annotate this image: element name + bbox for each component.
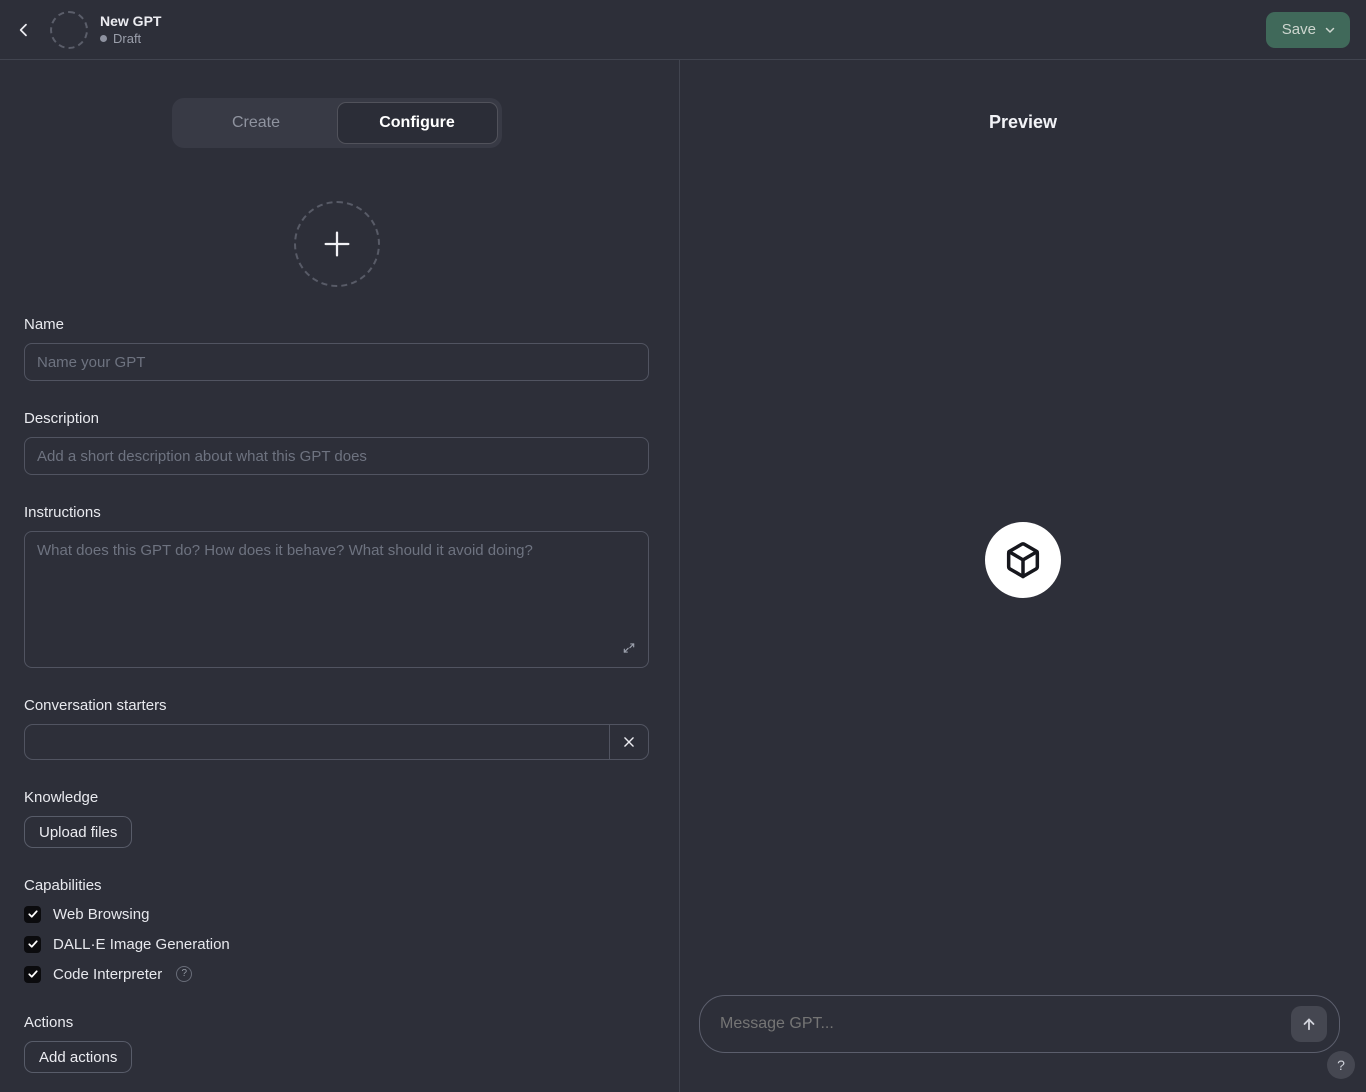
editor-panel: Create Configure Name Description <box>0 60 680 1092</box>
capability-label-web-browsing: Web Browsing <box>53 905 150 923</box>
instructions-textarea-wrap <box>24 531 649 668</box>
conversation-starters-field: Conversation starters <box>24 697 649 760</box>
capability-row-code-interpreter: Code Interpreter ? <box>24 963 649 985</box>
expand-instructions-button[interactable] <box>619 638 639 658</box>
instructions-textarea[interactable] <box>24 531 649 668</box>
gpt-title: New GPT <box>100 13 162 29</box>
send-button[interactable] <box>1291 1006 1327 1042</box>
conversation-starter-input[interactable] <box>25 725 610 759</box>
chevron-left-icon <box>16 22 32 38</box>
instructions-label: Instructions <box>24 504 101 521</box>
message-input[interactable] <box>720 1015 1291 1033</box>
conversation-starters-label: Conversation starters <box>24 697 167 714</box>
preview-title: Preview <box>988 112 1058 132</box>
knowledge-label: Knowledge <box>24 789 99 806</box>
capability-row-dalle: DALL·E Image Generation <box>24 933 649 955</box>
actions-section: Actions Add actions <box>24 1014 649 1073</box>
checkbox-dalle[interactable] <box>24 935 41 953</box>
description-label: Description <box>24 410 100 427</box>
check-icon <box>27 968 39 980</box>
check-icon <box>27 908 39 920</box>
instructions-field: Instructions <box>24 504 649 668</box>
capability-label-dalle: DALL·E Image Generation <box>53 935 230 953</box>
plus-icon <box>320 227 354 261</box>
status-dot-icon <box>100 35 107 42</box>
description-input[interactable] <box>24 437 649 475</box>
actions-label: Actions <box>24 1014 74 1031</box>
preview-panel: Preview ? <box>680 60 1366 1092</box>
gpt-avatar-placeholder[interactable] <box>50 10 88 49</box>
cube-icon <box>1003 540 1043 580</box>
avatar-upload-button[interactable] <box>293 201 380 287</box>
checkbox-code-interpreter[interactable] <box>24 965 41 983</box>
back-button[interactable] <box>8 14 40 46</box>
main-split: Create Configure Name Description <box>0 60 1366 1092</box>
code-interpreter-help-icon[interactable]: ? <box>176 966 193 982</box>
chevron-down-icon <box>1324 24 1336 36</box>
name-field: Name <box>24 316 649 381</box>
gpt-preview-avatar <box>985 522 1061 598</box>
close-icon <box>622 735 636 749</box>
upload-files-button[interactable]: Upload files <box>24 816 133 848</box>
add-actions-button[interactable]: Add actions <box>24 1041 133 1073</box>
status-label: Draft <box>113 31 142 46</box>
help-button[interactable]: ? <box>1327 1051 1355 1079</box>
tab-configure-label: Configure <box>379 114 455 131</box>
name-input[interactable] <box>24 343 649 381</box>
message-bar <box>699 995 1340 1053</box>
tab-create[interactable]: Create <box>176 102 337 144</box>
arrow-up-icon <box>1300 1015 1318 1033</box>
knowledge-section: Knowledge Upload files <box>24 789 649 848</box>
remove-starter-button[interactable] <box>610 725 648 759</box>
capabilities-label: Capabilities <box>24 877 102 894</box>
draft-status: Draft <box>100 31 161 46</box>
save-button-label: Save <box>1281 21 1316 38</box>
capabilities-section: Capabilities Web Browsing DALL·E Image G… <box>24 877 649 985</box>
description-field: Description <box>24 410 649 475</box>
gpt-editor-app: New GPT Draft Save Create Configure Name… <box>0 0 1366 1092</box>
tab-create-label: Create <box>231 114 281 131</box>
check-icon <box>27 938 39 950</box>
save-button[interactable]: Save <box>1265 11 1350 48</box>
header: New GPT Draft Save <box>0 0 1366 60</box>
tab-configure[interactable]: Configure <box>336 102 498 144</box>
tab-switcher: Create Configure <box>171 98 502 148</box>
header-titles: New GPT Draft <box>100 13 161 46</box>
checkbox-web-browsing[interactable] <box>24 905 41 923</box>
capability-row-web-browsing: Web Browsing <box>24 903 649 925</box>
name-label: Name <box>24 316 65 333</box>
conversation-starter-row <box>24 724 649 760</box>
capability-label-code-interpreter: Code Interpreter <box>53 965 163 983</box>
expand-diagonal-icon <box>622 641 636 655</box>
